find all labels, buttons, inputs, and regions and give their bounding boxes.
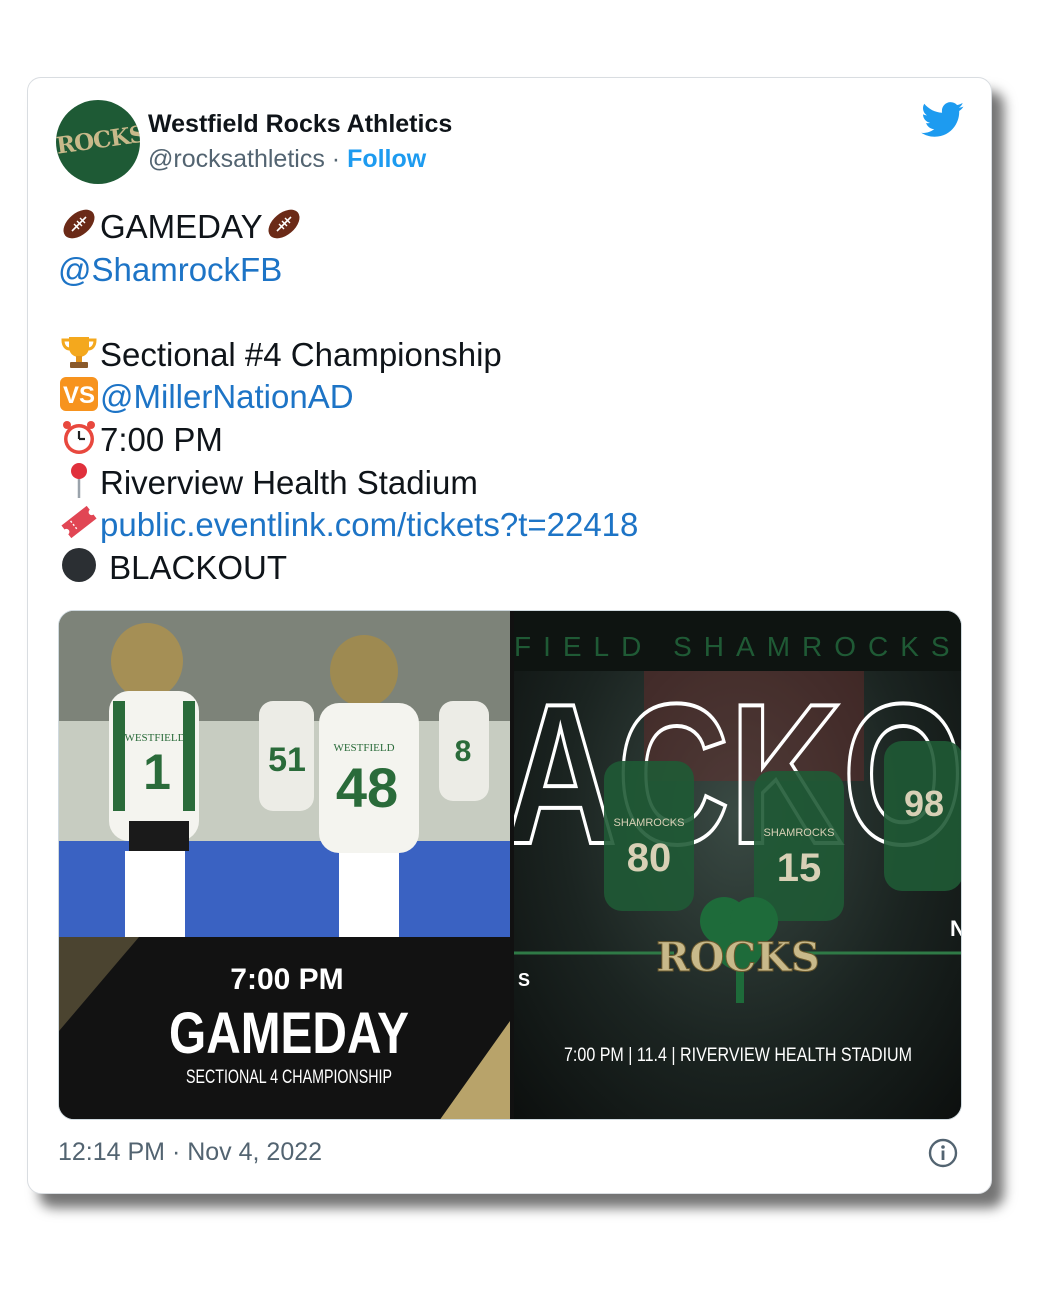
line-time: 7:00 PM [58,419,958,462]
line-tickets: public.eventlink.com/tickets?t=22418 [58,504,958,547]
mention-shamrockfb-link[interactable]: @ShamrockFB [58,249,958,292]
time-text: 7:00 PM [100,420,223,458]
tweet-timestamp[interactable]: 12:14 PM · Nov 4, 2022 [58,1138,322,1167]
graphic-time: 7:00 PM [230,963,343,996]
graphic-title: GAMEDAY [169,1001,409,1066]
avatar[interactable]: ROCKS [56,100,140,184]
edge-letter-right: N [950,916,962,941]
edge-letter-left: S [518,970,530,990]
avatar-logo-text: ROCKS [56,120,140,160]
black-circle-emoji-icon [62,547,96,582]
rocks-logo-text: ROCKS [656,934,820,981]
jersey-number-15: 15 [777,846,822,890]
tweet-text: GAMEDAY @ShamrockFB Sectional #4 Champio… [58,206,958,589]
twitter-bird-icon[interactable] [921,102,965,138]
line-theme: BLACKOUT [58,547,958,590]
handle[interactable]: @rocksathletics [148,145,325,173]
football-emoji-icon-2 [268,209,300,239]
tweet-card[interactable]: ROCKS Westfield Rocks Athletics @rocksat… [27,77,992,1194]
round-pushpin-emoji-icon [71,462,87,498]
graphic-subtitle: SECTIONAL 4 CHAMPIONSHIP [186,1067,392,1088]
handle-row: @rocksathletics · Follow [148,145,426,174]
display-name[interactable]: Westfield Rocks Athletics [148,110,452,139]
line-opponent: VS @MillerNationAD [58,376,958,419]
media-grid: 1 WESTFIELD 48 WESTFIELD 51 8 7:00 PM GA… [58,610,962,1120]
tickets-link[interactable]: public.eventlink.com/tickets?t=22418 [100,506,638,543]
alarm-clock-emoji-icon [63,420,95,454]
vs-emoji-icon: VS [60,377,98,412]
gameday-graphic-image[interactable]: 1 WESTFIELD 48 WESTFIELD 51 8 7:00 PM GA… [59,611,510,1119]
trophy-emoji-icon [61,336,97,368]
venue-text: Riverview Health Stadium [100,463,478,501]
follow-button[interactable]: Follow [347,145,426,173]
svg-text:VS: VS [63,382,95,409]
jersey-text-left-player: WESTFIELD [124,732,185,744]
jersey-number-80: 80 [627,836,672,880]
ticket-emoji-icon [61,506,97,539]
line-venue: Riverview Health Stadium [58,462,958,505]
championship-text: Sectional #4 Championship [100,335,502,373]
football-emoji-icon [63,209,95,239]
line-championship: Sectional #4 Championship [58,334,958,377]
jersey-number-98: 98 [904,783,944,824]
mention-millernation-link[interactable]: @MillerNationAD [100,378,354,415]
jersey-number-48: 48 [336,756,398,819]
blackout-graphic-image[interactable]: FIELD SHAMROCKS FOOT ACKO SHAMROCKS 80 S… [514,611,962,1119]
jersey-text-right-1: SHAMROCKS [614,817,685,829]
banner-top-text: FIELD SHAMROCKS FOOT [514,631,962,662]
jersey-number-8: 8 [455,735,472,768]
gameday-text: GAMEDAY [100,208,263,245]
info-icon[interactable] [928,1138,958,1168]
jersey-number-51: 51 [268,741,306,779]
blackout-graphic-art: FIELD SHAMROCKS FOOT ACKO SHAMROCKS 80 S… [514,611,962,1066]
gameday-graphic-art: 1 WESTFIELD 48 WESTFIELD 51 8 7:00 PM GA… [59,611,510,1119]
separator-dot: · [331,145,341,173]
line-gameday: GAMEDAY [58,206,958,249]
graphic-footer-text: 7:00 PM | 11.4 | RIVERVIEW HEALTH STADIU… [564,1045,912,1066]
jersey-text-right-player: WESTFIELD [333,742,394,754]
theme-text: BLACKOUT [100,548,288,586]
jersey-number-1: 1 [143,744,171,800]
jersey-text-right-2: SHAMROCKS [764,827,835,839]
